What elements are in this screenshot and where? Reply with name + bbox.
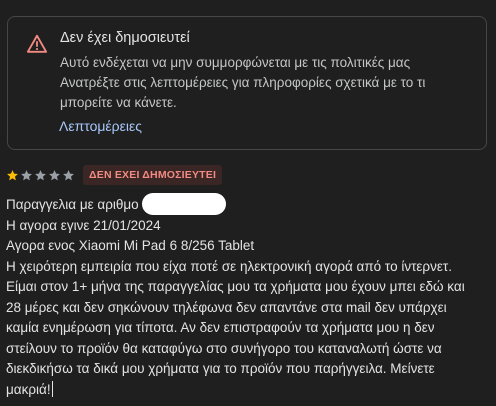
product-line: Αγορα ενος Xiaomi Mi Pad 6 8/256 Tablet [6, 238, 255, 253]
text-cursor [51, 380, 53, 397]
review-line: καμία ενημέρωση για τίποτα. Αν δεν επιστ… [6, 320, 435, 335]
review-last-line: μακριά! [6, 380, 494, 401]
review-text[interactable]: Παραγγελια με αριθμο Η αγορα εγινε 21/01… [6, 192, 494, 401]
purchase-date: Η αγορα εγινε 21/01/2024 [6, 217, 161, 233]
review-line: μακριά! [6, 381, 51, 397]
alert-message-line: Αυτό ενδέχεται να μην συμμορφώνεται με τ… [60, 55, 411, 70]
warning-icon [26, 34, 48, 53]
star-empty-icon [21, 169, 32, 180]
review-line: στείλουν το προϊόν θα καταφύγω στο συνήγ… [6, 340, 442, 356]
review-panel: Δεν έχει δημοσιευτεί Αυτό ενδέχεται να μ… [0, 0, 496, 406]
star-empty-icon [49, 169, 60, 180]
alert-message-line: μπορείτε να κάνετε. [60, 95, 177, 110]
order-line: Παραγγελια με αριθμο [6, 192, 494, 216]
star-filled-icon [7, 169, 18, 180]
alert-title: Δεν έχει δημοσιευτεί [60, 30, 190, 46]
alert-message: Αυτό ενδέχεται να μην συμμορφώνεται με τ… [60, 53, 480, 113]
order-label: Παραγγελια με αριθμο [6, 197, 139, 212]
star-rating [6, 169, 75, 182]
review-line: Η χειρότερη εμπειρία που είχα ποτέ σε ηλ… [6, 258, 452, 274]
not-published-alert: Δεν έχει δημοσιευτεί Αυτό ενδέχεται να μ… [7, 16, 487, 150]
redacted-order-number [141, 192, 226, 215]
details-link[interactable]: Λεπτομέρειες [59, 118, 142, 134]
star-empty-icon [35, 169, 46, 180]
status-badge: ΔΕΝ ΕΧΕΙ ΔΗΜΟΣΙΕΥΤΕΙ [83, 165, 223, 185]
rating-row: ΔΕΝ ΕΧΕΙ ΔΗΜΟΣΙΕΥΤΕΙ [6, 165, 223, 185]
star-empty-icon [63, 169, 74, 180]
alert-message-line: Ανατρέξτε στις λεπτομέρειες για πληροφορ… [60, 75, 426, 90]
review-line: διεκδικήσω τα δικά μου χρήματα για το πρ… [6, 361, 435, 376]
review-line: 28 μέρες και δεν σηκώνουν τηλέφωνα δεν α… [6, 299, 447, 315]
review-line: Είμαι στον 1+ μήνα της παραγγελίας μου τ… [6, 279, 465, 294]
